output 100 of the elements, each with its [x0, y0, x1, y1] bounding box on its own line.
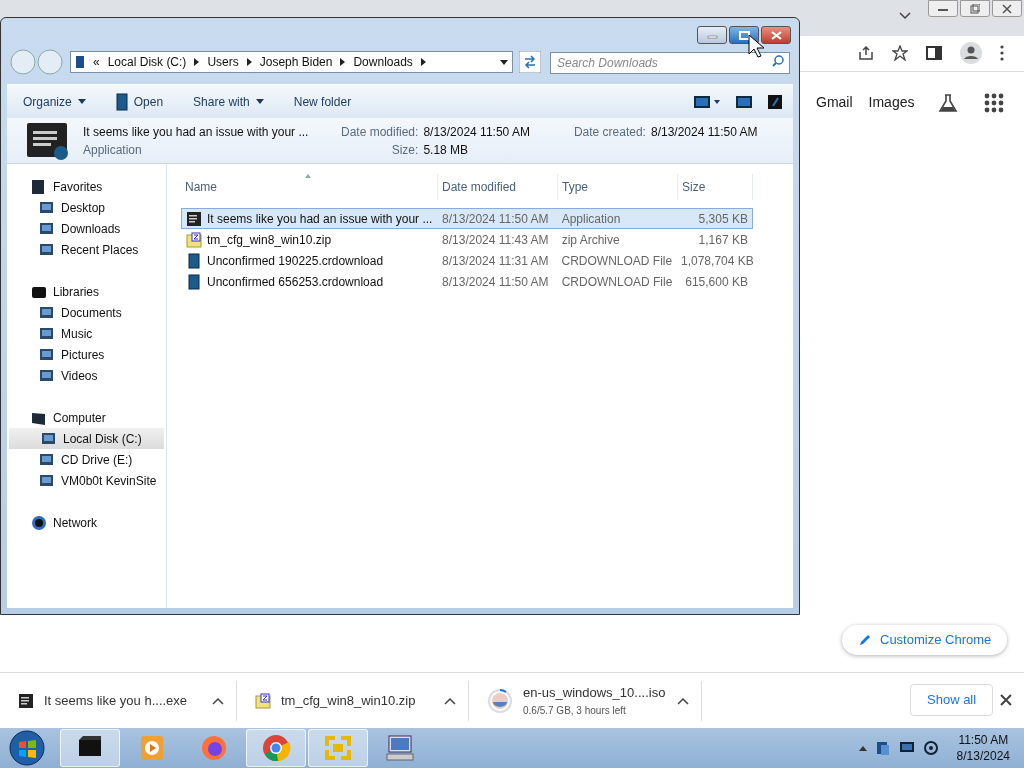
column-header[interactable]: Name: [181, 174, 438, 200]
monitor-icon[interactable]: [898, 741, 915, 755]
file-name: It seems like you had an issue with your ...: [207, 210, 433, 228]
search-field[interactable]: Search Downloads: [550, 52, 790, 74]
download-item[interactable]: en-us_windows_10....iso 0.6/5.7 GB, 3 hours left: [469, 680, 702, 721]
close-button[interactable]: [992, 0, 1022, 17]
refresh-icon[interactable]: [519, 51, 541, 73]
chevron-up-icon[interactable]: [858, 745, 867, 751]
toolbar-button[interactable]: Share with: [187, 89, 270, 114]
chevron-right-icon: [194, 58, 200, 66]
clock-date: 8/13/2024: [956, 748, 1010, 764]
file-icon: [115, 92, 128, 111]
caret-icon: [899, 12, 911, 20]
type-cell-text: CRDOWNLOAD File: [560, 273, 674, 291]
nav-group[interactable]: Favorites: [7, 176, 166, 197]
nav-item[interactable]: CD Drive (E:): [7, 449, 166, 470]
header-link[interactable]: Gmail: [816, 92, 853, 113]
close-button[interactable]: [761, 26, 791, 44]
breadcrumb-overflow[interactable]: «: [93, 53, 100, 71]
profile-icon[interactable]: [960, 42, 982, 64]
caret-icon: [77, 99, 86, 104]
zip-icon: [255, 692, 271, 709]
taskbar-button[interactable]: [60, 729, 120, 767]
breadcrumb-item[interactable]: Users: [207, 53, 239, 71]
preview-pane-icon[interactable]: [735, 94, 753, 109]
restore-button[interactable]: [960, 0, 990, 17]
show-all-button[interactable]: Show all: [910, 684, 994, 716]
date-cell-text: 8/13/2024 11:31 AM: [440, 252, 550, 270]
toolbar-button[interactable]: New folder: [287, 89, 358, 114]
address-bar[interactable]: « Local Disk (C:) Users Joseph Biden Downloads: [70, 51, 513, 73]
file-icon: [186, 252, 202, 269]
file-row[interactable]: It seems like you had an issue with your ... 8/13/2024 11:50 AM Application 5,305 KB: [181, 208, 753, 229]
close-icon[interactable]: [1000, 694, 1012, 706]
detail-label: Date modified:: [341, 124, 419, 141]
chevron-up-icon[interactable]: [677, 696, 689, 705]
file-row[interactable]: Unconfirmed 190225.crdownload 8/13/2024 11:31 AM CRDOWNLOAD File 1,078,704 KB: [181, 250, 753, 271]
chevron-up-icon[interactable]: [444, 696, 456, 705]
nav-item[interactable]: Local Disk (C:): [9, 428, 164, 449]
size-cell-text: 5,305 KB: [697, 210, 749, 228]
detail-value: 8/13/2024 11:50 AM: [423, 124, 530, 141]
file-row[interactable]: Unconfirmed 656253.crdownload 8/13/2024 11:50 AM CRDOWNLOAD File 615,600 KB: [181, 271, 753, 292]
nav-item[interactable]: Music: [7, 323, 166, 344]
nav-item[interactable]: Desktop: [7, 197, 166, 218]
type-cell-text: zip Archive: [560, 231, 621, 249]
nav-item[interactable]: VM0b0t KevinSite: [7, 470, 166, 491]
download-item[interactable]: It seems like you h....exe: [0, 680, 237, 721]
program-icon: [25, 120, 71, 161]
caret-icon: [255, 99, 264, 104]
clock[interactable]: 11:50 AM 8/13/2024: [956, 732, 1010, 764]
breadcrumb-item[interactable]: Local Disk (C:): [107, 53, 187, 71]
flask-icon[interactable]: [938, 92, 959, 113]
minimize-button[interactable]: [928, 0, 958, 17]
side-panel-icon[interactable]: [926, 45, 942, 61]
nav-item[interactable]: Pictures: [7, 344, 166, 365]
menu-icon[interactable]: [1000, 45, 1004, 61]
minimize-button[interactable]: [697, 26, 727, 44]
computer-icon: [383, 732, 417, 764]
program-icon: [18, 692, 34, 709]
download-name: It seems like you h....exe: [44, 691, 189, 710]
column-header[interactable]: Size: [678, 174, 753, 200]
column-header[interactable]: Date modified: [438, 174, 558, 200]
file-row[interactable]: tm_cfg_win8_win10.zip 8/13/2024 11:43 AM zip Archive 1,167 KB: [181, 229, 753, 250]
nav-item[interactable]: Recent Places: [7, 239, 166, 260]
chevron-right-icon: [246, 58, 252, 66]
sort-icon: [305, 174, 311, 178]
toolbar-button[interactable]: Organize: [17, 89, 92, 114]
breadcrumb-item[interactable]: Joseph Biden: [259, 53, 333, 71]
date-cell-text: 8/13/2024 11:50 AM: [441, 273, 550, 291]
download-status: 0.6/5.7 GB, 3 hours left: [523, 703, 627, 718]
nav-item[interactable]: Documents: [7, 302, 166, 323]
file-name: Unconfirmed 190225.crdownload: [207, 252, 384, 270]
help-icon[interactable]: [767, 93, 783, 110]
drive-icon: [75, 55, 85, 69]
customize-chrome-button[interactable]: Customize Chrome: [842, 625, 1008, 655]
apps-grid-icon[interactable]: [984, 92, 1005, 113]
dropdown-icon[interactable]: [500, 59, 508, 65]
breadcrumb-item[interactable]: Downloads: [353, 53, 413, 71]
nav-item[interactable]: Downloads: [7, 218, 166, 239]
toolbar-button[interactable]: Open: [109, 89, 170, 114]
type-cell-text: CRDOWNLOAD File: [560, 252, 674, 270]
nav-group[interactable]: Network: [7, 512, 166, 533]
maximize-button[interactable]: [729, 26, 759, 44]
download-item[interactable]: tm_cfg_win8_win10.zip: [237, 680, 469, 721]
close-icon: [1002, 3, 1012, 14]
star-icon[interactable]: [892, 45, 908, 61]
file-name: tm_cfg_win8_win10.zip: [207, 231, 332, 249]
file-name: Unconfirmed 656253.crdownload: [207, 273, 384, 291]
nav-item[interactable]: Videos: [7, 365, 166, 386]
chevron-right-icon: [340, 58, 346, 66]
start-button[interactable]: [8, 729, 46, 767]
column-header[interactable]: Type: [558, 174, 678, 200]
download-name: en-us_windows_10....iso: [523, 684, 667, 703]
nav-group[interactable]: Libraries: [7, 281, 166, 302]
share-icon[interactable]: [858, 45, 874, 61]
detail-label: Size:: [390, 142, 419, 159]
progress-ring-icon: [487, 687, 513, 714]
chevron-up-icon[interactable]: [212, 696, 224, 705]
nav-group[interactable]: Computer: [7, 407, 166, 428]
header-link[interactable]: Images: [868, 92, 915, 113]
view-icon[interactable]: [693, 94, 721, 109]
